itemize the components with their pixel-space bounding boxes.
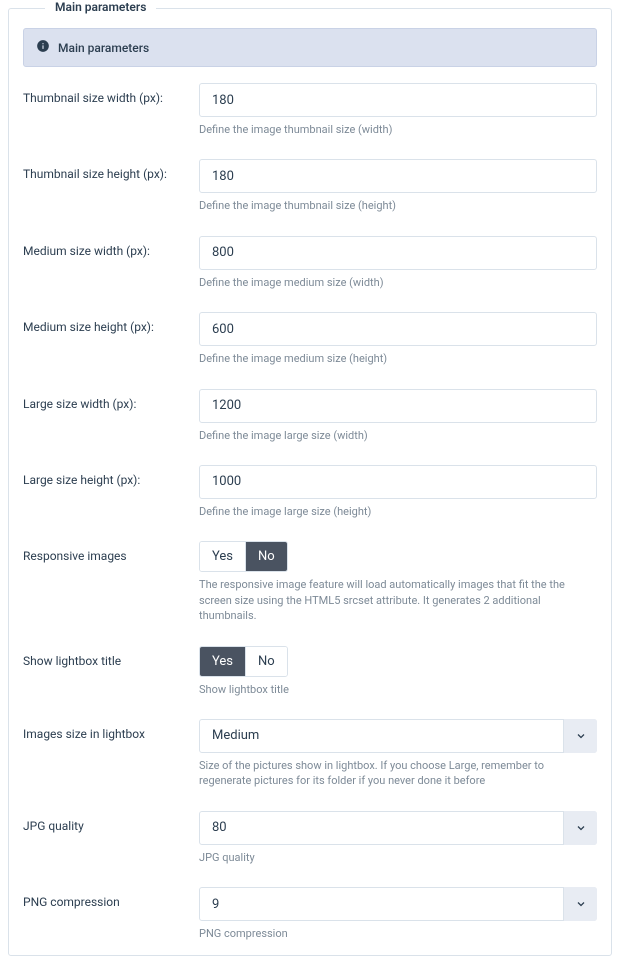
helper-lightbox-title: Show lightbox title <box>199 682 597 697</box>
label-medium-width: Medium size width (px): <box>23 236 191 258</box>
row-lightbox-title: Show lightbox title Yes No Show lightbox… <box>23 646 597 697</box>
input-medium-width[interactable] <box>199 236 597 270</box>
row-thumb-height: Thumbnail size height (px): Define the i… <box>23 159 597 213</box>
input-medium-height[interactable] <box>199 312 597 346</box>
main-parameters-panel: Main parameters Main parameters Thumbnai… <box>8 8 612 956</box>
helper-thumb-width: Define the image thumbnail size (width) <box>199 122 597 137</box>
row-png-compression: PNG compression 9 PNG compression <box>23 887 597 941</box>
helper-thumb-height: Define the image thumbnail size (height) <box>199 198 597 213</box>
row-jpg-quality: JPG quality 80 JPG quality <box>23 811 597 865</box>
helper-medium-height: Define the image medium size (height) <box>199 351 597 366</box>
helper-lightbox-size: Size of the pictures show in lightbox. I… <box>199 758 597 789</box>
row-medium-width: Medium size width (px): Define the image… <box>23 236 597 290</box>
row-responsive: Responsive images Yes No The responsive … <box>23 541 597 623</box>
toggle-responsive-yes[interactable]: Yes <box>200 542 245 571</box>
helper-large-width: Define the image large size (width) <box>199 428 597 443</box>
toggle-lightbox-title-yes[interactable]: Yes <box>200 647 245 676</box>
row-lightbox-size: Images size in lightbox Medium Size of t… <box>23 719 597 789</box>
label-medium-height: Medium size height (px): <box>23 312 191 334</box>
label-png-compression: PNG compression <box>23 887 191 909</box>
row-medium-height: Medium size height (px): Define the imag… <box>23 312 597 366</box>
label-thumb-width: Thumbnail size width (px): <box>23 83 191 105</box>
row-large-width: Large size width (px): Define the image … <box>23 389 597 443</box>
helper-medium-width: Define the image medium size (width) <box>199 275 597 290</box>
label-lightbox-size: Images size in lightbox <box>23 719 191 741</box>
toggle-responsive: Yes No <box>199 541 288 572</box>
alert-text: Main parameters <box>58 41 149 55</box>
panel-legend: Main parameters <box>45 0 156 14</box>
input-large-width[interactable] <box>199 389 597 423</box>
label-thumb-height: Thumbnail size height (px): <box>23 159 191 181</box>
input-thumb-width[interactable] <box>199 83 597 117</box>
label-jpg-quality: JPG quality <box>23 811 191 833</box>
alert-main-parameters: Main parameters <box>23 28 597 67</box>
toggle-lightbox-title-no[interactable]: No <box>245 647 287 676</box>
label-large-height: Large size height (px): <box>23 465 191 487</box>
select-jpg-quality[interactable]: 80 <box>199 811 597 845</box>
row-thumb-width: Thumbnail size width (px): Define the im… <box>23 83 597 137</box>
toggle-responsive-no[interactable]: No <box>245 542 287 571</box>
helper-jpg-quality: JPG quality <box>199 850 597 865</box>
label-lightbox-title: Show lightbox title <box>23 646 191 668</box>
row-large-height: Large size height (px): Define the image… <box>23 465 597 519</box>
input-large-height[interactable] <box>199 465 597 499</box>
toggle-lightbox-title: Yes No <box>199 646 288 677</box>
label-responsive: Responsive images <box>23 541 191 563</box>
info-icon <box>36 39 50 56</box>
helper-png-compression: PNG compression <box>199 926 597 941</box>
label-large-width: Large size width (px): <box>23 389 191 411</box>
input-thumb-height[interactable] <box>199 159 597 193</box>
helper-responsive: The responsive image feature will load a… <box>199 577 597 623</box>
helper-large-height: Define the image large size (height) <box>199 504 597 519</box>
select-png-compression[interactable]: 9 <box>199 887 597 921</box>
select-lightbox-size[interactable]: Medium <box>199 719 597 753</box>
